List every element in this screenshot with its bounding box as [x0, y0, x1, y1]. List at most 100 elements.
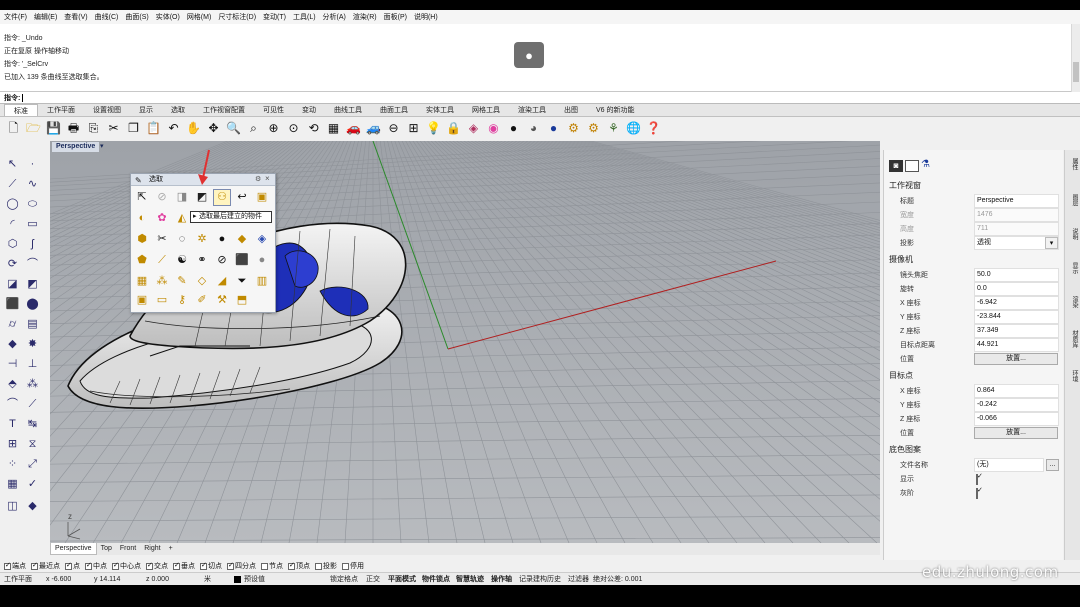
target-distance-field[interactable]: 44.921 — [974, 338, 1059, 352]
select-none-icon[interactable]: ⊘ — [153, 189, 171, 206]
command-line[interactable]: 指令: — [0, 92, 1080, 104]
select-arrow-icon[interactable]: ↖ — [4, 156, 21, 173]
color-wheel-icon[interactable]: ◉ — [484, 119, 503, 138]
box-icon[interactable]: ⬛ — [4, 296, 21, 313]
select-object-icon[interactable]: ⬒ — [233, 292, 251, 309]
car-icon[interactable]: 🚗 — [344, 119, 363, 138]
settings-gear-icon[interactable]: ⚙ — [584, 119, 603, 138]
help-icon[interactable]: ❓ — [644, 119, 663, 138]
snap-mid[interactable]: 中点 — [85, 561, 107, 571]
select-lights-icon[interactable]: ✲ — [193, 231, 211, 248]
camera-z-field[interactable]: 37.349 — [974, 324, 1059, 338]
view-tab-right[interactable]: Right — [140, 543, 164, 555]
grasshopper-icon[interactable]: ⚘ — [604, 119, 623, 138]
select-points-icon[interactable]: ▣ — [253, 189, 271, 206]
arc-icon[interactable]: ◜ — [4, 216, 21, 233]
status-planar[interactable]: 平面模式 — [388, 573, 416, 585]
tab-display[interactable]: 显示 — [130, 104, 162, 116]
display-properties-icon[interactable]: ⚗ — [921, 159, 930, 170]
select-previous-icon[interactable]: ◩ — [193, 189, 211, 206]
tab-cplanes[interactable]: 工作平面 — [38, 104, 84, 116]
menu-file[interactable]: 文件(F) — [4, 12, 27, 22]
grid-icon[interactable]: ▦ — [4, 476, 21, 493]
group-icon[interactable]: ⁂ — [24, 376, 41, 393]
import-icon[interactable]: ⎘ — [84, 119, 103, 138]
select-all-icon[interactable]: ⇱ — [133, 189, 151, 206]
select-open-icon[interactable]: ✂ — [153, 231, 171, 248]
select-chain-icon[interactable]: ⚭ — [193, 252, 211, 269]
undo-view-icon[interactable]: ⟲ — [304, 119, 323, 138]
polyline-icon[interactable]: ⟋ — [4, 176, 21, 193]
check-icon[interactable]: ✓ — [24, 476, 41, 493]
file-name-field[interactable]: (无) — [974, 458, 1044, 472]
menu-panels[interactable]: 面板(P) — [384, 12, 407, 22]
tab-surface-tools[interactable]: 曲面工具 — [371, 104, 417, 116]
panel-tab-environment[interactable]: 环境 — [1067, 370, 1079, 382]
panel-tab-display[interactable]: 显示 — [1067, 262, 1079, 274]
title-field[interactable]: Perspective — [974, 194, 1059, 208]
select-blocks-icon[interactable]: ◆ — [233, 231, 251, 248]
select-cluster-icon[interactable]: ⁂ — [153, 273, 171, 290]
fillet-icon[interactable]: ⌒ — [4, 396, 21, 413]
target-place-button[interactable]: 放置... — [974, 427, 1058, 439]
sphere-icon[interactable]: ⬤ — [24, 296, 41, 313]
tab-mesh-tools[interactable]: 网格工具 — [463, 104, 509, 116]
cut-icon[interactable]: ✂ — [104, 119, 123, 138]
status-gumball[interactable]: 操作轴 — [491, 573, 512, 585]
zoom-selected-icon[interactable]: ⊙ — [284, 119, 303, 138]
cylinder-icon[interactable]: ⌭ — [4, 316, 21, 333]
status-history[interactable]: 记录建构历史 — [519, 573, 561, 585]
select-last-icon[interactable]: ⚇ — [213, 189, 231, 206]
shaded-sphere-icon[interactable]: ● — [504, 119, 523, 138]
menu-analyze[interactable]: 分析(A) — [323, 12, 346, 22]
viewport-properties-icon[interactable] — [905, 160, 919, 172]
select-polysurfaces-icon[interactable]: ⬢ — [133, 231, 151, 248]
tab-drafting[interactable]: 出图 — [555, 104, 587, 116]
select-grid-icon[interactable]: ▦ — [133, 273, 151, 290]
surface-from-points-icon[interactable]: ◪ — [4, 276, 21, 293]
select-closed-icon[interactable]: ◌ — [173, 231, 191, 248]
status-layer[interactable]: 预设值 — [244, 573, 265, 585]
rotation-field[interactable]: 0.0 — [974, 282, 1059, 296]
camera-x-field[interactable]: -6.942 — [974, 296, 1059, 310]
select-filter-icon[interactable]: ⏷ — [233, 273, 251, 290]
fillet-curve-icon[interactable]: ⌒ — [24, 256, 41, 273]
select-layer-icon[interactable]: ▣ — [133, 292, 151, 309]
checkbox[interactable] — [288, 561, 295, 570]
checkbox[interactable] — [146, 561, 153, 570]
tab-standard[interactable]: 标准 — [4, 104, 38, 116]
point-icon[interactable]: · — [24, 156, 41, 173]
checkbox[interactable] — [173, 561, 180, 570]
chamfer-icon[interactable]: ⟋ — [24, 396, 41, 413]
menu-tools[interactable]: 工具(L) — [293, 12, 316, 22]
scale-icon[interactable]: ⤢ — [24, 456, 41, 473]
rendered-sphere-icon[interactable]: ◕ — [524, 119, 543, 138]
tab-select[interactable]: 选取 — [162, 104, 194, 116]
new-file-icon[interactable]: 🗋 — [4, 119, 23, 138]
zoom-icon[interactable]: 🔍 — [224, 119, 243, 138]
rotate-view-icon[interactable]: ✥ — [204, 119, 223, 138]
array-icon[interactable]: ⊞ — [4, 436, 21, 453]
status-cplane[interactable]: 工作平面 — [4, 573, 32, 585]
panel-tab-materials[interactable]: 材质库 — [1067, 330, 1079, 348]
point-cloud-icon[interactable]: ⁘ — [4, 456, 21, 473]
join-icon[interactable]: ⬘ — [4, 376, 21, 393]
status-grid-snap[interactable]: 锁定格点 — [330, 573, 358, 585]
checkbox[interactable] — [227, 561, 234, 570]
lock-icon[interactable]: 🔒 — [444, 119, 463, 138]
tab-render-tools[interactable]: 渲染工具 — [509, 104, 555, 116]
target-y-field[interactable]: -0.242 — [974, 398, 1059, 412]
menu-transform[interactable]: 变动(T) — [263, 12, 286, 22]
tab-viewport-layout[interactable]: 工作视窗配置 — [194, 104, 254, 116]
history-scrollbar[interactable] — [1071, 24, 1080, 92]
camera-y-field[interactable]: -23.844 — [974, 310, 1059, 324]
checkbox[interactable] — [4, 561, 11, 570]
split-icon[interactable]: ⊥ — [24, 356, 41, 373]
boolean-icon[interactable]: ◆ — [4, 336, 21, 353]
select-by-type-icon[interactable]: ↩ — [233, 189, 251, 206]
menu-dimension[interactable]: 尺寸标注(D) — [218, 12, 256, 22]
panel-tab-properties[interactable]: 属性 — [1067, 158, 1079, 170]
ellipse-icon[interactable]: ⬭ — [24, 196, 41, 213]
select-duplicates-icon[interactable]: ⊘ — [213, 252, 231, 269]
select-hatch-icon[interactable]: ⟋ — [153, 252, 171, 269]
